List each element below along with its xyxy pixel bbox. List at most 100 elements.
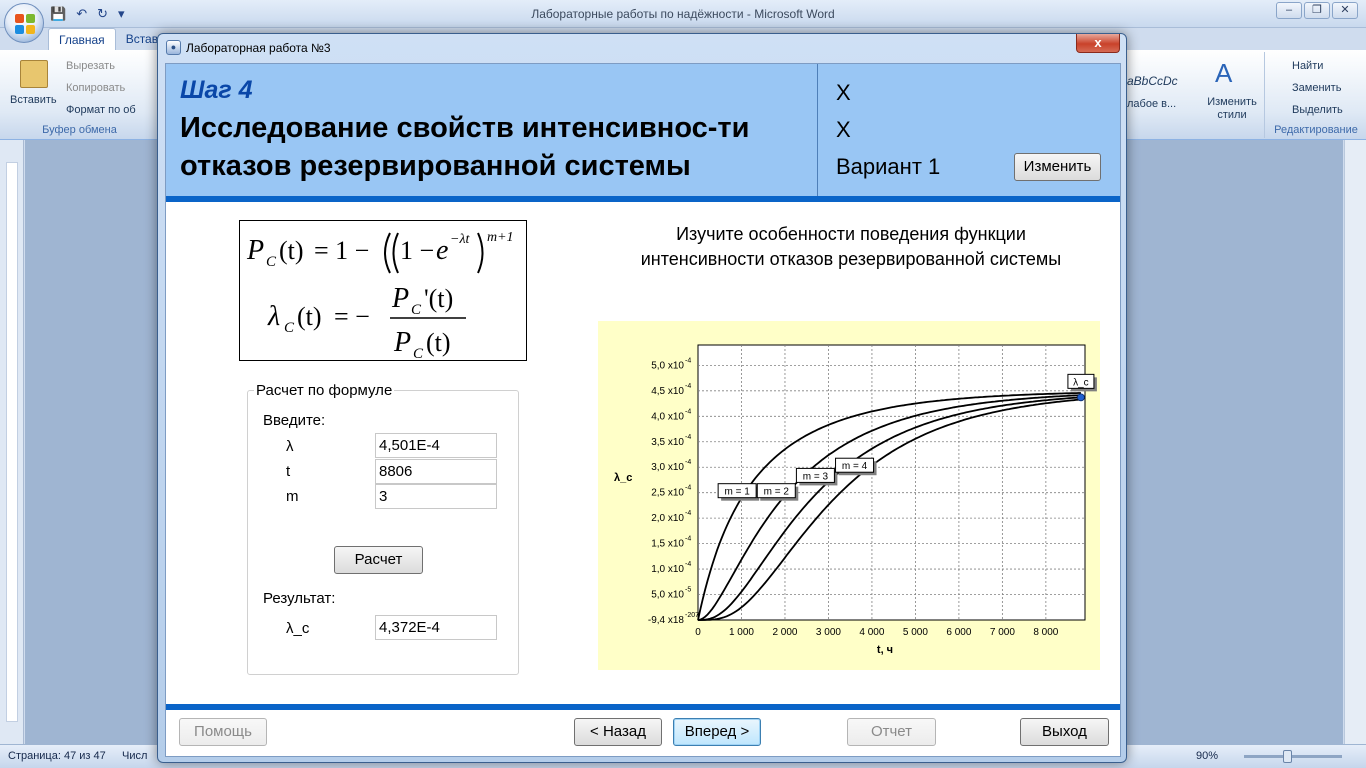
minimize-button[interactable]: –: [1276, 2, 1302, 19]
editing-group-label: Редактирование: [1274, 124, 1358, 136]
replace-button[interactable]: Заменить: [1292, 82, 1341, 94]
formula-p3: P: [393, 327, 411, 358]
y-tick-exponent: -4: [685, 434, 691, 441]
style-name[interactable]: лабое в...: [1127, 98, 1176, 110]
lambda-input[interactable]: 4,501E-4: [375, 433, 497, 458]
find-button[interactable]: Найти: [1292, 60, 1323, 72]
series-label-m3: m = 3: [795, 467, 838, 486]
m-input[interactable]: 3: [375, 484, 497, 509]
formula-one-minus: = 1 −: [314, 236, 369, 265]
lab-dialog: ● Лабораторная работа №3 x Шаг 4 Исследо…: [157, 33, 1127, 763]
y-tick-exponent: -4: [685, 459, 691, 466]
help-button[interactable]: Помощь: [179, 718, 267, 746]
formula-paren-open-outer: [384, 232, 391, 274]
result-label: Результат:: [263, 590, 336, 607]
y-tick-exponent: -4: [685, 485, 691, 492]
chart-panel: 0 1 000 2 000 3 000 4 000 5 000 6 000 7 000 8 00…: [598, 321, 1100, 670]
series-label-m2-text: m = 2: [764, 487, 790, 498]
header-divider: [817, 64, 818, 196]
t-label: t: [286, 463, 291, 480]
office-logo-icon: [15, 14, 35, 34]
paste-icon[interactable]: [20, 60, 48, 88]
style-sample[interactable]: aBbCcDc: [1127, 74, 1178, 88]
word-count[interactable]: Числ: [122, 750, 147, 762]
x-tick-label: 2 000: [772, 627, 797, 638]
y-tick-exponent: -4: [685, 510, 691, 517]
office-button[interactable]: [4, 3, 44, 43]
y-tick-label: 3,5 x10: [651, 437, 684, 448]
y-tick-exponent: -4: [685, 536, 691, 543]
series-label-m4: m = 4: [835, 457, 877, 476]
maximize-button[interactable]: ❐: [1304, 2, 1330, 19]
tab-home[interactable]: Главная: [48, 28, 116, 50]
dialog-close-button[interactable]: x: [1076, 34, 1120, 53]
report-button[interactable]: Отчет: [847, 718, 936, 746]
y-tick-exponent: -4: [685, 383, 691, 390]
app-icon: ●: [166, 40, 181, 55]
y-tick-exponent: -4: [685, 408, 691, 415]
formula-t1: (t): [279, 236, 304, 265]
formula-eq-minus: = −: [334, 302, 370, 331]
formula-c4: C: [413, 346, 424, 360]
next-button[interactable]: Вперед >: [673, 718, 761, 746]
header-value-2: X: [836, 117, 851, 142]
zoom-slider-thumb[interactable]: [1283, 750, 1292, 763]
back-button[interactable]: < Назад: [574, 718, 662, 746]
ribbon-tabs: Главная Встав: [48, 28, 168, 50]
change-styles-button[interactable]: Изменить стили: [1205, 96, 1259, 122]
lambda-label: λ: [286, 438, 294, 455]
x-tick-label: 7 000: [990, 627, 1015, 638]
change-variant-button[interactable]: Изменить: [1014, 153, 1101, 181]
formula-lambda: λ: [267, 301, 280, 332]
vertical-scrollbar[interactable]: [1344, 140, 1366, 744]
current-point-marker: [1077, 393, 1085, 402]
exit-button[interactable]: Выход: [1020, 718, 1109, 746]
series-label-m2: m = 2: [756, 483, 799, 501]
format-painter-button[interactable]: Формат по об: [66, 104, 136, 116]
point-label: λ_c: [1067, 373, 1097, 392]
formula-t3: (t): [426, 328, 451, 357]
clipboard-group-label: Буфер обмена: [42, 124, 117, 136]
dialog-title-bar[interactable]: ● Лабораторная работа №3 x: [158, 34, 1126, 62]
y-axis-label: λ_c: [614, 472, 632, 484]
series-label-m4-text: m = 4: [842, 461, 868, 472]
variant-label: Вариант 1: [836, 154, 941, 179]
x-tick-label: 6 000: [946, 627, 971, 638]
y-tick-label: 5,0 x10: [651, 360, 684, 371]
formula-p2: P: [391, 283, 409, 314]
formula-prime: '(t): [424, 284, 453, 313]
x-tick-label: 5 000: [903, 627, 928, 638]
y-tick-exponent: -207: [685, 612, 699, 619]
word-window-title: Лабораторные работы по надёжности - Micr…: [531, 7, 835, 21]
y-tick-label: 1,5 x10: [651, 539, 684, 550]
y-tick-label: 4,5 x10: [651, 386, 684, 397]
y-tick-label: 2,5 x10: [651, 488, 684, 499]
copy-button[interactable]: Копировать: [66, 82, 125, 94]
zoom-level[interactable]: 90%: [1196, 750, 1218, 762]
window-controls: – ❐ ✕: [1276, 2, 1358, 19]
select-button[interactable]: Выделить: [1292, 104, 1343, 116]
series-label-m3-text: m = 3: [803, 471, 829, 482]
point-label-text: λ_c: [1073, 377, 1089, 388]
calculate-button[interactable]: Расчет: [334, 546, 423, 574]
series-label-m1: m = 1: [717, 483, 760, 501]
close-window-button[interactable]: ✕: [1332, 2, 1358, 19]
header-rule: [166, 196, 1120, 202]
y-tick-label: 5,0 x10: [651, 590, 684, 601]
x-tick-label: 0: [695, 627, 701, 638]
change-styles-icon[interactable]: A: [1215, 58, 1232, 89]
m-label: m: [286, 488, 299, 505]
zoom-slider[interactable]: [1244, 755, 1342, 758]
x-tick-label: 4 000: [859, 627, 884, 638]
t-input[interactable]: 8806: [375, 459, 497, 484]
paste-button[interactable]: Вставить: [10, 94, 57, 106]
dialog-title: Лабораторная работа №3: [186, 41, 331, 55]
dialog-content: Шаг 4 Исследование свойств интенсивнос-т…: [165, 63, 1121, 757]
formula-e: e: [436, 235, 448, 266]
formula-paren-open-inner: [392, 232, 399, 274]
editing-group: Найти Заменить Выделить Редактирование: [1266, 52, 1366, 138]
page-indicator[interactable]: Страница: 47 из 47: [8, 750, 106, 762]
cut-button[interactable]: Вырезать: [66, 60, 115, 72]
result-output: 4,372E-4: [375, 615, 497, 640]
y-tick-exponent: -4: [685, 561, 691, 568]
